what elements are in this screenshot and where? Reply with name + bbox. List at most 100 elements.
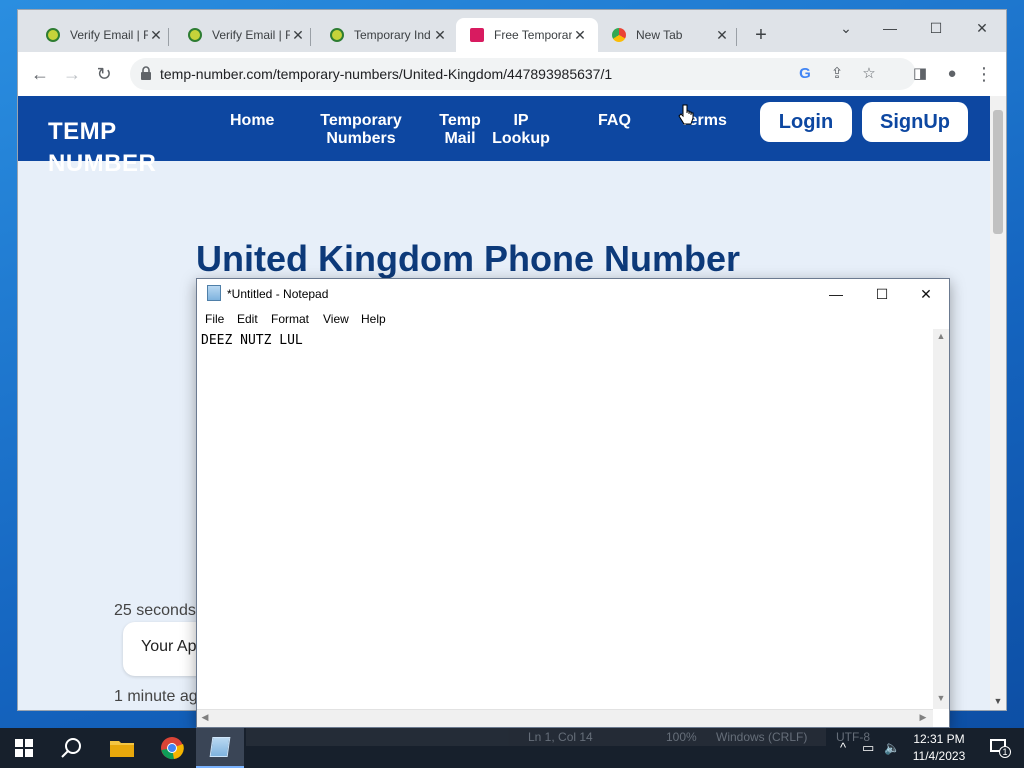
scroll-down-arrow-icon[interactable]: ▼: [933, 693, 949, 703]
new-tab-button[interactable]: +: [750, 24, 772, 46]
action-center-button[interactable]: 1: [976, 728, 1024, 768]
notepad-menu-bar: File Edit Format View Help: [197, 309, 949, 329]
close-tab-icon[interactable]: ✕: [714, 27, 730, 44]
menu-edit[interactable]: Edit: [237, 312, 258, 326]
notification-count-badge: 1: [999, 746, 1011, 758]
notepad-title-bar[interactable]: *Untitled - Notepad — ☐ ✕: [197, 279, 949, 309]
nav-ip-lookup[interactable]: IP Lookup: [488, 112, 554, 148]
side-panel-icon[interactable]: ◨: [908, 62, 932, 86]
login-button[interactable]: Login: [760, 102, 852, 142]
tab-separator: [310, 28, 311, 46]
menu-view[interactable]: View: [323, 312, 349, 326]
notepad-text-area[interactable]: DEEZ NUTZ LUL: [197, 329, 933, 709]
folder-icon: [110, 741, 134, 757]
notepad-vertical-scrollbar[interactable]: ▲ ▼: [933, 329, 949, 709]
start-button[interactable]: [0, 728, 48, 768]
close-tab-icon[interactable]: ✕: [148, 27, 164, 44]
browser-toolbar: ← → ↻ temp-number.com/temporary-numbers/…: [18, 52, 1006, 96]
close-window-icon[interactable]: ✕: [903, 279, 949, 309]
scroll-right-arrow-icon[interactable]: ▶: [915, 712, 931, 723]
status-line-ending: Windows (CRLF): [716, 730, 808, 744]
volume-muted-icon[interactable]: 🔈: [884, 740, 900, 756]
temp-number-favicon-icon: [470, 28, 484, 42]
show-hidden-icons-chevron-icon[interactable]: ^: [840, 740, 846, 755]
menu-kebab-icon[interactable]: ⋮: [972, 62, 996, 86]
chrome-favicon-icon: [612, 28, 626, 42]
menu-format[interactable]: Format: [271, 312, 309, 326]
minimize-icon[interactable]: —: [813, 279, 859, 309]
notepad-window: *Untitled - Notepad — ☐ ✕ File Edit Form…: [196, 278, 950, 728]
address-bar[interactable]: temp-number.com/temporary-numbers/United…: [130, 58, 916, 90]
notepad-icon: [207, 285, 221, 301]
scroll-down-arrow-icon[interactable]: ▼: [990, 696, 1006, 706]
scroll-left-arrow-icon[interactable]: ◀: [197, 712, 213, 723]
tab-title: Temporary Ind: [354, 28, 431, 42]
tab-separator: [168, 28, 169, 46]
site-favicon-icon: [46, 28, 60, 42]
scrollbar-thumb[interactable]: [993, 110, 1003, 234]
nav-temporary-numbers[interactable]: Temporary Numbers: [306, 112, 416, 148]
close-tab-icon[interactable]: ✕: [432, 27, 448, 44]
clock-time: 12:31 PM: [913, 732, 965, 746]
menu-file[interactable]: File: [205, 312, 224, 326]
close-window-icon[interactable]: ✕: [968, 16, 996, 40]
maximize-icon[interactable]: ☐: [859, 279, 905, 309]
message-timestamp: 25 seconds: [114, 602, 196, 619]
system-clock[interactable]: 12:31 PM 11/4/2023: [900, 731, 978, 765]
site-navbar: TEMP NUMBER Home Temporary Numbers Temp …: [18, 96, 990, 177]
chrome-icon: [161, 737, 184, 760]
chrome-taskbar-button[interactable]: [148, 728, 196, 768]
notepad-title: *Untitled - Notepad: [227, 287, 329, 301]
windows-logo-icon: [15, 739, 33, 757]
reload-icon[interactable]: ↻: [92, 62, 116, 86]
page-scrollbar[interactable]: ▼: [990, 96, 1006, 710]
maximize-icon[interactable]: ☐: [922, 16, 950, 40]
minimize-icon[interactable]: —: [876, 16, 904, 40]
tab-verify-email-2[interactable]: Verify Email | F ✕: [174, 18, 316, 52]
nav-faq[interactable]: FAQ: [598, 112, 631, 130]
back-arrow-icon[interactable]: ←: [28, 62, 52, 86]
notepad-icon: [209, 737, 231, 757]
notifications-icon: 1: [990, 739, 1011, 758]
hand-cursor-icon: [678, 104, 694, 125]
share-icon[interactable]: ⇪: [826, 63, 848, 85]
tab-search-chevron-icon[interactable]: ⌄: [832, 16, 860, 40]
scroll-up-arrow-icon[interactable]: ▲: [933, 331, 949, 341]
site-favicon-icon: [330, 28, 344, 42]
clock-date: 11/4/2023: [912, 749, 966, 763]
tab-free-temporary[interactable]: Free Temporar ✕: [456, 18, 598, 52]
file-explorer-button[interactable]: [98, 728, 146, 768]
tab-title: New Tab: [636, 28, 683, 42]
page-title: United Kingdom Phone Number: [196, 238, 740, 279]
google-translate-icon[interactable]: G: [794, 63, 816, 85]
tab-new-tab[interactable]: New Tab ✕: [598, 18, 740, 52]
bookmark-star-icon[interactable]: ☆: [858, 63, 880, 85]
close-tab-icon[interactable]: ✕: [572, 27, 588, 44]
nav-home[interactable]: Home: [230, 112, 274, 130]
profile-avatar-icon[interactable]: ●: [940, 62, 964, 86]
close-tab-icon[interactable]: ✕: [290, 27, 306, 44]
signup-button[interactable]: SignUp: [862, 102, 968, 142]
notepad-horizontal-scrollbar[interactable]: ◀ ▶: [197, 709, 933, 727]
tab-temporary-inbox[interactable]: Temporary Ind ✕: [316, 18, 458, 52]
tab-strip: Verify Email | F ✕ Verify Email | F ✕ Te…: [18, 10, 1006, 52]
tab-verify-email-1[interactable]: Verify Email | F ✕: [32, 18, 174, 52]
notepad-taskbar-button[interactable]: [196, 728, 244, 768]
site-favicon-icon: [188, 28, 202, 42]
notepad-status-bar-ghost: Ln 1, Col 14 100% Windows (CRLF) UTF-8: [246, 728, 870, 746]
message-timestamp: 1 minute ag: [114, 688, 198, 705]
status-zoom: 100%: [666, 730, 697, 744]
taskbar: Ln 1, Col 14 100% Windows (CRLF) UTF-8 ^…: [0, 728, 1024, 768]
url-text[interactable]: temp-number.com/temporary-numbers/United…: [160, 66, 612, 82]
forward-arrow-icon[interactable]: →: [60, 62, 84, 86]
tab-title: Free Temporar: [494, 28, 572, 42]
network-icon[interactable]: ▭: [862, 740, 874, 756]
nav-temp-mail[interactable]: Temp Mail: [430, 112, 490, 148]
search-icon: [61, 738, 81, 758]
message-text: Your Ap: [141, 638, 197, 655]
menu-help[interactable]: Help: [361, 312, 386, 326]
status-line-col: Ln 1, Col 14: [528, 730, 593, 744]
search-button[interactable]: [48, 728, 96, 768]
site-logo[interactable]: TEMP NUMBER: [48, 116, 188, 180]
notepad-content[interactable]: DEEZ NUTZ LUL: [201, 333, 303, 348]
